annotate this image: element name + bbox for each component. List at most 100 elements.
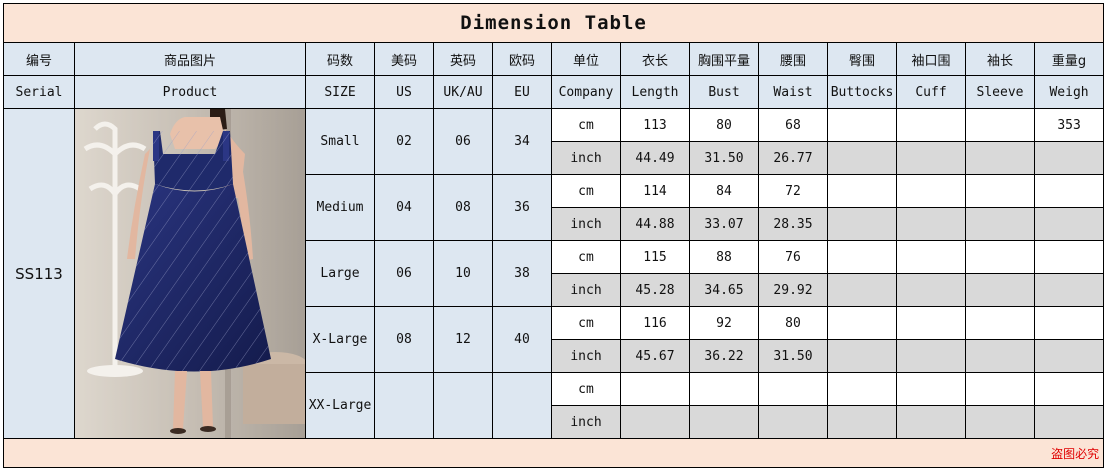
length-cell: 115 (620, 240, 690, 274)
header-en-cell: US (374, 75, 434, 109)
header-cn-cell: 码数 (305, 42, 375, 76)
unit-cell: inch (551, 207, 621, 241)
weight-cell (1033, 339, 1105, 373)
buttocks-cell (827, 240, 897, 274)
unit-cell: inch (551, 339, 621, 373)
sleeve-cell (965, 174, 1035, 208)
buttocks-cell (827, 306, 897, 340)
buttocks-cell (827, 372, 897, 406)
header-cn-cell: 袖口围 (896, 42, 966, 76)
serial-cell: SS113 (3, 108, 75, 439)
copyright-note: 盗图必究 (1051, 446, 1100, 461)
buttocks-cell (827, 405, 897, 439)
header-cn-cell: 单位 (551, 42, 621, 76)
header-en-cell: Cuff (896, 75, 966, 109)
cuff-cell (896, 339, 966, 373)
header-en-cell: Product (74, 75, 306, 109)
waist-cell: 72 (758, 174, 828, 208)
length-cell: 113 (620, 108, 690, 142)
uk-size-cell: 08 (433, 174, 493, 241)
length-cell: 114 (620, 174, 690, 208)
sleeve-cell (965, 306, 1035, 340)
us-size-cell (374, 372, 434, 439)
sleeve-cell (965, 372, 1035, 406)
waist-cell (758, 372, 828, 406)
bust-cell: 31.50 (689, 141, 759, 175)
buttocks-cell (827, 207, 897, 241)
header-cn-cell: 胸围平量 (689, 42, 759, 76)
footer-cell: 盗图必究 (2, 438, 1105, 468)
header-cn-cell: 编号 (3, 42, 75, 76)
buttocks-cell (827, 174, 897, 208)
bust-cell: 33.07 (689, 207, 759, 241)
length-cell: 45.28 (620, 273, 690, 307)
bust-cell: 92 (689, 306, 759, 340)
eu-size-cell: 36 (492, 174, 552, 241)
weight-cell (1033, 273, 1105, 307)
size-cell: XX-Large (305, 372, 375, 439)
header-en-cell: Serial (3, 75, 75, 109)
table-row: SS113 Small 02 06 34 cm 113 80 68 353 (3, 108, 1105, 439)
weight-cell (1033, 240, 1105, 274)
sleeve-cell (965, 405, 1035, 439)
weight-cell: 353 (1033, 108, 1105, 142)
table-title: Dimension Table (2, 3, 1105, 43)
header-en-cell: Waist (758, 75, 828, 109)
header-cn-cell: 商品图片 (74, 42, 306, 76)
waist-cell: 29.92 (758, 273, 828, 307)
weight-cell (1033, 207, 1105, 241)
bust-cell: 88 (689, 240, 759, 274)
sleeve-cell (965, 108, 1035, 142)
unit-cell: cm (551, 306, 621, 340)
header-cn-cell: 重量g (1033, 42, 1105, 76)
us-size-cell: 02 (374, 108, 434, 175)
header-en-cell: Length (620, 75, 690, 109)
unit-cell: cm (551, 372, 621, 406)
cuff-cell (896, 240, 966, 274)
unit-cell: cm (551, 174, 621, 208)
eu-size-cell (492, 372, 552, 439)
length-cell: 116 (620, 306, 690, 340)
footer-row: 盗图必究 (2, 438, 1105, 468)
bust-cell: 34.65 (689, 273, 759, 307)
cuff-cell (896, 174, 966, 208)
cuff-cell (896, 108, 966, 142)
weight-cell (1033, 405, 1105, 439)
us-size-cell: 06 (374, 240, 434, 307)
length-cell (620, 405, 690, 439)
waist-cell (758, 405, 828, 439)
weight-cell (1033, 141, 1105, 175)
size-cell: Medium (305, 174, 375, 241)
weight-cell (1033, 306, 1105, 340)
length-cell: 44.88 (620, 207, 690, 241)
length-cell: 44.49 (620, 141, 690, 175)
eu-size-cell: 38 (492, 240, 552, 307)
unit-cell: cm (551, 108, 621, 142)
header-en-cell: UK/AU (433, 75, 493, 109)
sleeve-cell (965, 240, 1035, 274)
header-en-cell: Sleeve (965, 75, 1035, 109)
cuff-cell (896, 207, 966, 241)
eu-size-cell: 34 (492, 108, 552, 175)
cuff-cell (896, 306, 966, 340)
waist-cell: 28.35 (758, 207, 828, 241)
uk-size-cell (433, 372, 493, 439)
uk-size-cell: 10 (433, 240, 493, 307)
header-cn-cell: 美码 (374, 42, 434, 76)
length-cell: 45.67 (620, 339, 690, 373)
header-cn-cell: 英码 (433, 42, 493, 76)
length-cell (620, 372, 690, 406)
weight-cell (1033, 174, 1105, 208)
dimension-table-sheet: Dimension Table 编号 商品图片 码数 美码 英码 欧码 单位 衣长 胸围平量 腰围… (2, 3, 1105, 468)
waist-cell: 80 (758, 306, 828, 340)
buttocks-cell (827, 141, 897, 175)
sleeve-cell (965, 273, 1035, 307)
sleeve-cell (965, 207, 1035, 241)
dress-image (75, 109, 305, 438)
header-cn-cell: 臀围 (827, 42, 897, 76)
bust-cell (689, 405, 759, 439)
us-size-cell: 04 (374, 174, 434, 241)
bust-cell: 36.22 (689, 339, 759, 373)
bust-cell: 84 (689, 174, 759, 208)
header-en-cell: SIZE (305, 75, 375, 109)
